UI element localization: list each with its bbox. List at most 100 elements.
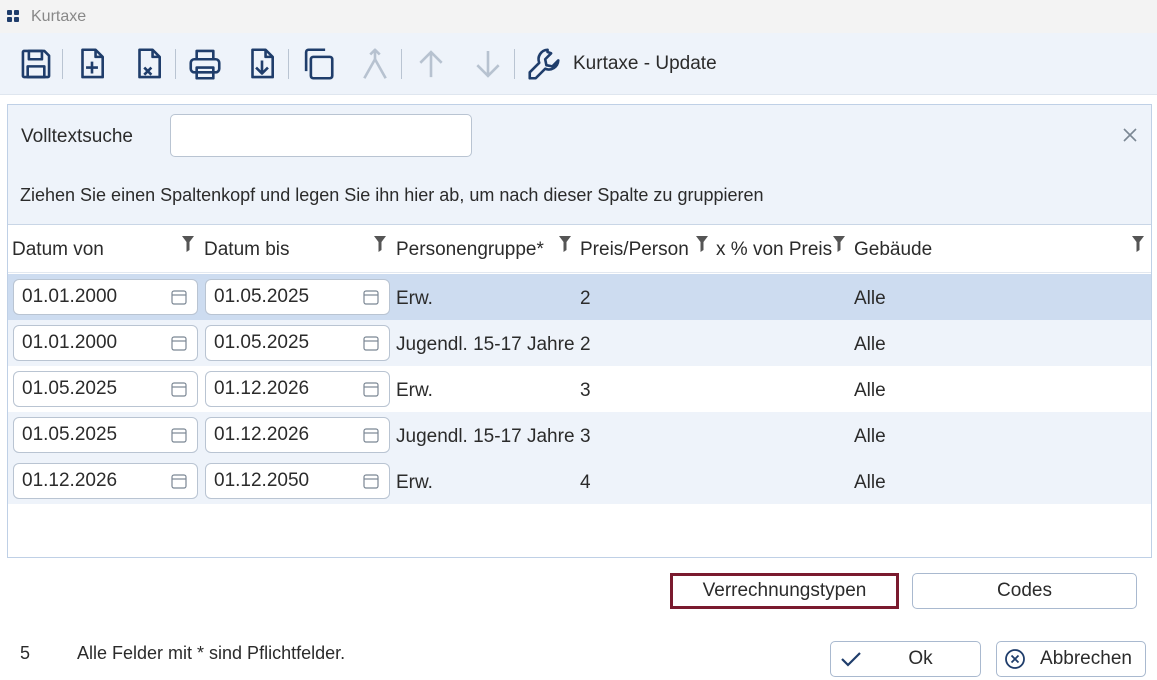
preis-cell[interactable]: 4 (580, 472, 591, 494)
calendar-icon[interactable] (171, 427, 187, 443)
move-down-button[interactable] (465, 41, 511, 87)
datum-bis-input[interactable]: 01.05.2025 (205, 279, 390, 315)
datum-bis-input[interactable]: 01.12.2026 (205, 371, 390, 407)
table-row[interactable]: 01.05.2025 01.12.2026 Jugendl. 15-17 Jah… (8, 412, 1151, 458)
datum-von-value: 01.01.2000 (22, 332, 118, 353)
datum-bis-value: 01.12.2026 (214, 378, 310, 399)
download-button[interactable] (239, 41, 285, 87)
calendar-icon[interactable] (171, 381, 187, 397)
column-header-gebaeude[interactable]: Gebäude (854, 239, 932, 261)
calendar-icon[interactable] (171, 335, 187, 351)
table-row[interactable]: 01.01.2000 01.05.2025 Erw. 2 Alle (8, 274, 1151, 320)
datum-von-input[interactable]: 01.01.2000 (13, 279, 198, 315)
calendar-icon[interactable] (363, 427, 379, 443)
search-label: Volltextsuche (21, 126, 133, 147)
gebaeude-cell[interactable]: Alle (854, 426, 886, 448)
search-input[interactable] (170, 114, 472, 157)
datum-von-input[interactable]: 01.12.2026 (13, 463, 198, 499)
datum-bis-value: 01.12.2050 (214, 470, 310, 491)
move-up-button[interactable] (408, 41, 454, 87)
preis-cell[interactable]: 3 (580, 426, 591, 448)
cancel-button[interactable]: Abbrechen (996, 641, 1146, 677)
filter-icon[interactable] (696, 236, 708, 252)
gebaeude-cell[interactable]: Alle (854, 288, 886, 310)
datum-von-value: 01.01.2000 (22, 286, 118, 307)
personengruppe-cell[interactable]: Erw. (396, 472, 433, 494)
download-icon (251, 47, 274, 78)
save-button[interactable] (13, 41, 59, 87)
verrechnungstypen-label: Verrechnungstypen (702, 580, 867, 601)
title-bar: Kurtaxe (0, 0, 1157, 33)
update-button[interactable] (521, 41, 567, 87)
copy-icon (304, 47, 334, 80)
gebaeude-cell[interactable]: Alle (854, 334, 886, 356)
calendar-icon[interactable] (171, 289, 187, 305)
toolbar-separator (175, 48, 176, 79)
group-by-hint[interactable]: Ziehen Sie einen Spaltenkopf und legen S… (20, 185, 764, 206)
filter-icon[interactable] (833, 236, 845, 252)
delete-button[interactable] (126, 41, 172, 87)
datum-bis-input[interactable]: 01.12.2050 (205, 463, 390, 499)
gebaeude-cell[interactable]: Alle (854, 380, 886, 402)
toolbar-separator (62, 48, 63, 79)
datum-von-value: 01.05.2025 (22, 378, 118, 399)
search-area: Volltextsuche Ziehen Sie einen Spaltenko… (8, 105, 1151, 225)
column-header-personengruppe[interactable]: Personengruppe* (396, 239, 544, 261)
datum-von-input[interactable]: 01.01.2000 (13, 325, 198, 361)
table-row[interactable]: 01.12.2026 01.12.2050 Erw. 4 Alle (8, 458, 1151, 504)
checkmark-icon (841, 652, 861, 667)
personengruppe-cell[interactable]: Erw. (396, 380, 433, 402)
arrow-up-icon (419, 49, 443, 77)
delete-file-icon (138, 47, 161, 78)
codes-button[interactable]: Codes (912, 573, 1137, 609)
datum-von-input[interactable]: 01.05.2025 (13, 371, 198, 407)
calendar-icon[interactable] (171, 473, 187, 489)
copy-button[interactable] (295, 41, 341, 87)
close-icon[interactable] (1120, 125, 1140, 145)
column-header-prozent-von-preis[interactable]: x % von Preis (716, 239, 832, 261)
verrechnungstypen-button[interactable]: Verrechnungstypen (670, 573, 899, 609)
filter-icon[interactable] (559, 236, 571, 252)
calendar-icon[interactable] (363, 473, 379, 489)
datum-bis-input[interactable]: 01.12.2026 (205, 417, 390, 453)
new-file-icon (81, 47, 104, 78)
update-label[interactable]: Kurtaxe - Update (573, 53, 717, 75)
ok-label: Ok (908, 648, 933, 669)
filter-icon[interactable] (1132, 236, 1144, 252)
personengruppe-cell[interactable]: Jugendl. 15-17 Jahre (396, 334, 575, 356)
save-icon (21, 49, 51, 78)
filter-icon[interactable] (374, 236, 386, 252)
personengruppe-cell[interactable]: Jugendl. 15-17 Jahre (396, 426, 575, 448)
grid-header: Datum von Datum bis Personengruppe* Prei… (8, 226, 1151, 273)
preis-cell[interactable]: 2 (580, 288, 591, 310)
calendar-icon[interactable] (363, 335, 379, 351)
new-button[interactable] (69, 41, 115, 87)
preis-cell[interactable]: 3 (580, 380, 591, 402)
required-fields-note: Alle Felder mit * sind Pflichtfelder. (77, 643, 346, 663)
calendar-icon[interactable] (363, 289, 379, 305)
gebaeude-cell[interactable]: Alle (854, 472, 886, 494)
personengruppe-cell[interactable]: Erw. (396, 288, 433, 310)
table-row[interactable]: 01.05.2025 01.12.2026 Erw. 3 Alle (8, 366, 1151, 412)
datum-von-input[interactable]: 01.05.2025 (13, 417, 198, 453)
table-row[interactable]: 01.01.2000 01.05.2025 Jugendl. 15-17 Jah… (8, 320, 1151, 366)
app-icon (7, 9, 21, 24)
toolbar: Kurtaxe - Update (0, 33, 1157, 95)
print-button[interactable] (182, 41, 228, 87)
wrench-icon (528, 47, 560, 80)
toolbar-separator (514, 48, 515, 79)
arrow-down-icon (476, 50, 500, 78)
filter-icon[interactable] (182, 236, 194, 252)
calendar-icon[interactable] (363, 381, 379, 397)
merge-button[interactable] (352, 41, 398, 87)
datum-bis-value: 01.05.2025 (214, 332, 310, 353)
datum-bis-value: 01.12.2026 (214, 424, 310, 445)
column-header-preis-person[interactable]: Preis/Person (580, 239, 689, 261)
codes-label: Codes (997, 580, 1052, 601)
ok-button[interactable]: Ok (830, 641, 981, 677)
datum-bis-value: 01.05.2025 (214, 286, 310, 307)
column-header-datum-von[interactable]: Datum von (12, 239, 104, 261)
preis-cell[interactable]: 2 (580, 334, 591, 356)
datum-bis-input[interactable]: 01.05.2025 (205, 325, 390, 361)
column-header-datum-bis[interactable]: Datum bis (204, 239, 290, 261)
